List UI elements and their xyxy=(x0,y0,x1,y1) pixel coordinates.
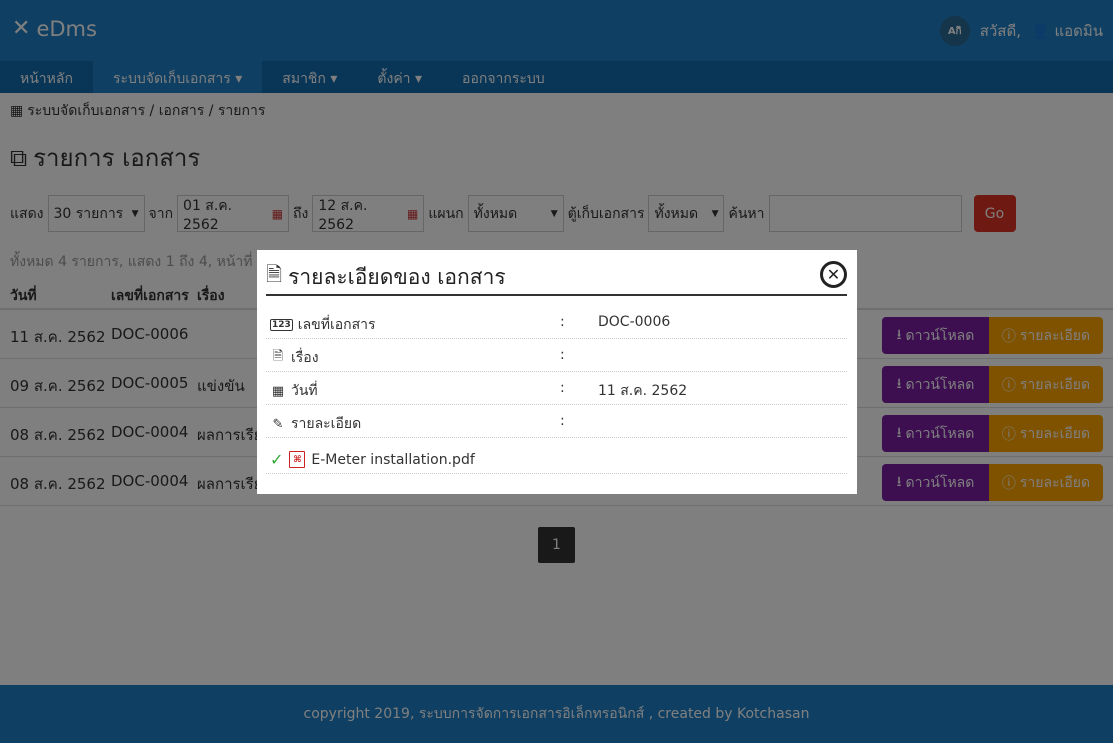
colon: : xyxy=(560,314,565,330)
detail-row-topic: 🗎 เรื่อง : xyxy=(266,339,847,372)
colon: : xyxy=(560,413,565,429)
detail-row-doc-no: 123 เลขที่เอกสาร : DOC-0006 xyxy=(266,306,847,339)
detail-value: DOC-0006 xyxy=(598,314,671,330)
detail-label: เรื่อง xyxy=(291,350,319,366)
numbers-icon: 123 xyxy=(270,319,293,331)
modal-header: 🗎 รายละเอียดของ เอกสาร ✕ xyxy=(266,260,847,296)
document-detail-modal: 🗎 รายละเอียดของ เอกสาร ✕ 123 เลขที่เอกสาร… xyxy=(257,250,857,494)
detail-value: 11 ส.ค. 2562 xyxy=(598,383,688,399)
pdf-icon: ⌘ xyxy=(289,451,306,468)
close-icon[interactable]: ✕ xyxy=(820,261,847,288)
attachment-link[interactable]: E-Meter installation.pdf xyxy=(311,452,474,468)
colon: : xyxy=(560,380,565,396)
detail-row-date: ▦ วันที่ : 11 ส.ค. 2562 xyxy=(266,372,847,405)
calendar-icon: ▦ xyxy=(271,383,285,399)
modal-title: รายละเอียดของ เอกสาร xyxy=(288,264,506,289)
document-icon: 🗎 xyxy=(272,349,284,364)
attachment-row: ✓ ⌘ E-Meter installation.pdf xyxy=(266,446,847,474)
document-icon: 🗎 xyxy=(266,262,283,286)
check-icon: ✓ xyxy=(270,450,284,469)
detail-label-wrap: ✎ รายละเอียด xyxy=(270,413,362,435)
detail-label-wrap: 🗎 เรื่อง xyxy=(270,347,319,369)
detail-label: วันที่ xyxy=(291,383,318,399)
pencil-icon: ✎ xyxy=(272,416,284,432)
detail-label: เลขที่เอกสาร xyxy=(297,317,376,333)
detail-row-description: ✎ รายละเอียด : xyxy=(266,405,847,438)
colon: : xyxy=(560,347,565,363)
detail-label: รายละเอียด xyxy=(291,416,362,432)
detail-label-wrap: 123 เลขที่เอกสาร xyxy=(270,314,376,336)
detail-label-wrap: ▦ วันที่ xyxy=(270,380,318,402)
